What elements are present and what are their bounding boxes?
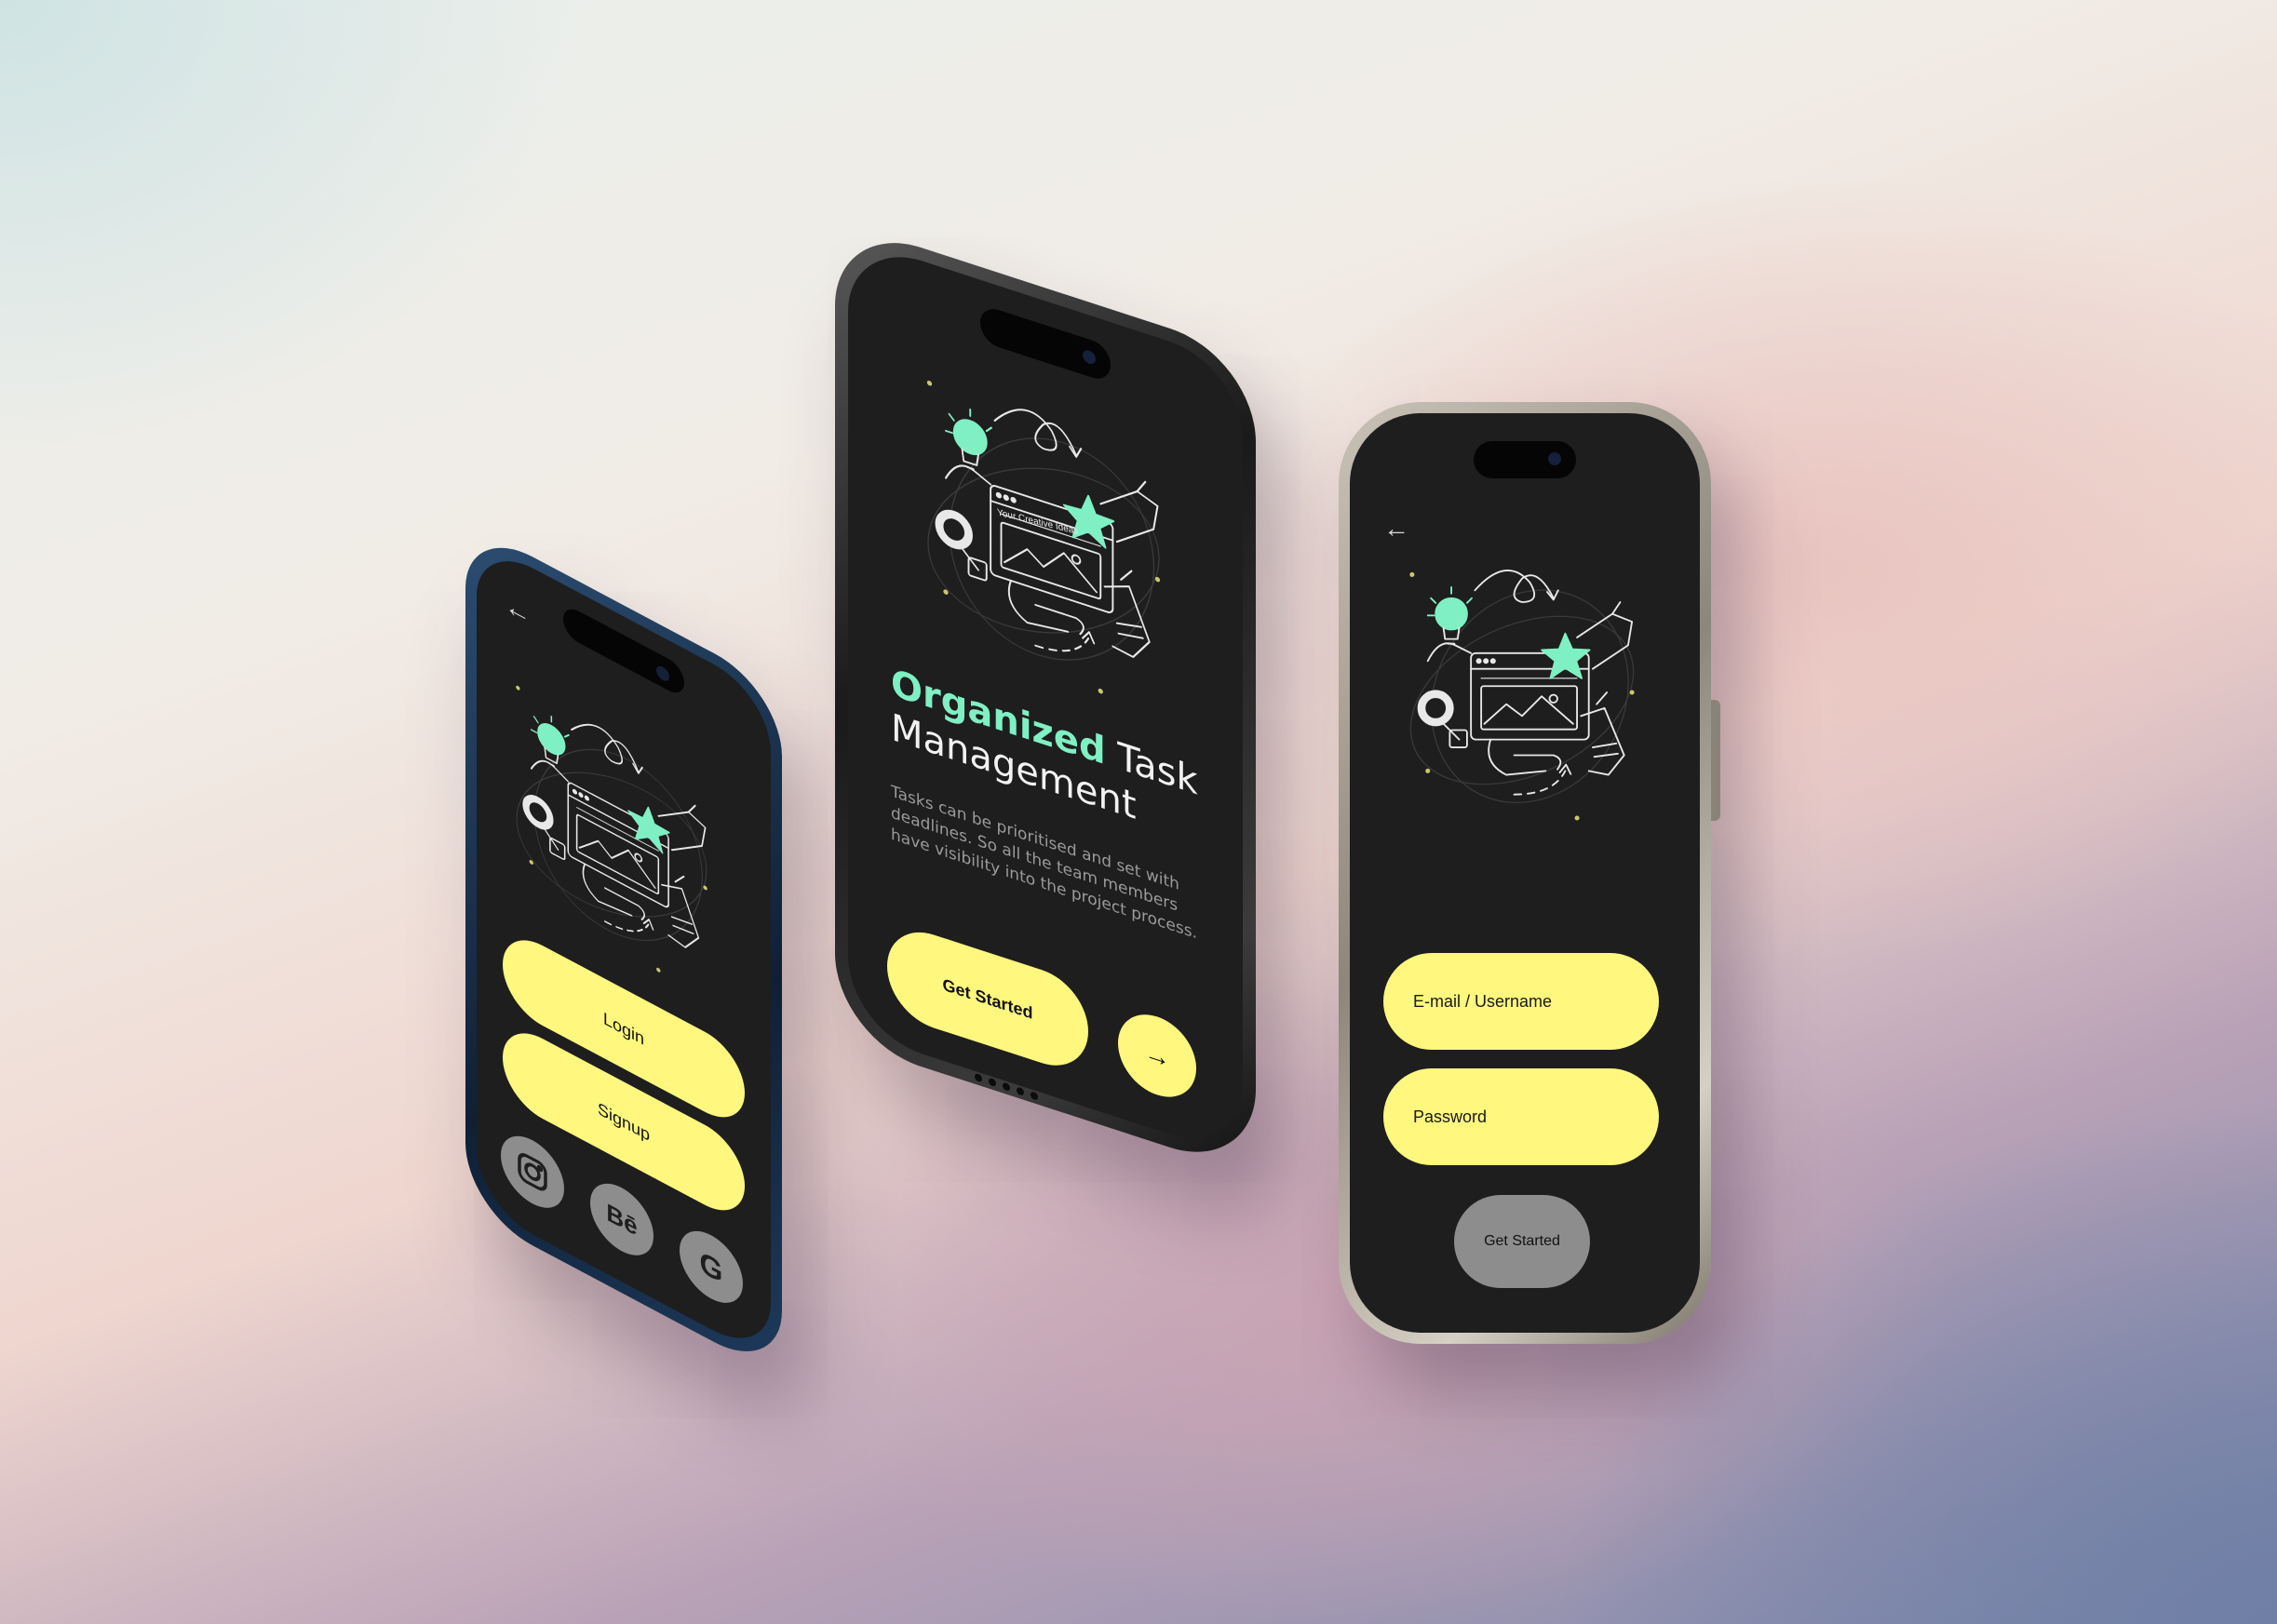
arrow-left-icon[interactable]: ←	[1383, 516, 1409, 542]
phone-right: ← Get Started	[1339, 402, 1720, 1344]
instagram-icon[interactable]	[501, 1123, 564, 1221]
google-glyph: G	[699, 1243, 723, 1290]
creative-ideas-illustration	[1396, 553, 1648, 840]
google-icon[interactable]: G	[680, 1218, 743, 1316]
left-phone-screen: ← Login Signup Bē G	[477, 538, 771, 1362]
dynamic-island	[980, 303, 1111, 384]
phone-center: Your Creative Ideas Organized Task Manag…	[835, 220, 1256, 1175]
creative-ideas-illustration	[913, 360, 1174, 725]
get-started-button[interactable]: Get Started	[887, 919, 1088, 1079]
arrow-left-icon[interactable]: ←	[505, 588, 531, 631]
phone-left: ← Login Signup Bē G	[465, 521, 782, 1378]
mockup-stage: ← Login Signup Bē G Your Creative Ideas …	[0, 0, 2277, 1624]
password-field[interactable]	[1383, 1068, 1659, 1165]
right-phone-screen: ← Get Started	[1350, 413, 1700, 1333]
behance-glyph: Bē	[606, 1196, 638, 1241]
email-field[interactable]	[1383, 953, 1659, 1050]
behance-icon[interactable]: Bē	[590, 1171, 653, 1268]
arrow-right-icon[interactable]: →	[1118, 1003, 1196, 1108]
dynamic-island	[563, 602, 684, 699]
get-started-button[interactable]: Get Started	[1454, 1195, 1590, 1288]
center-phone-screen: Your Creative Ideas Organized Task Manag…	[848, 236, 1243, 1159]
dynamic-island	[1474, 441, 1576, 478]
